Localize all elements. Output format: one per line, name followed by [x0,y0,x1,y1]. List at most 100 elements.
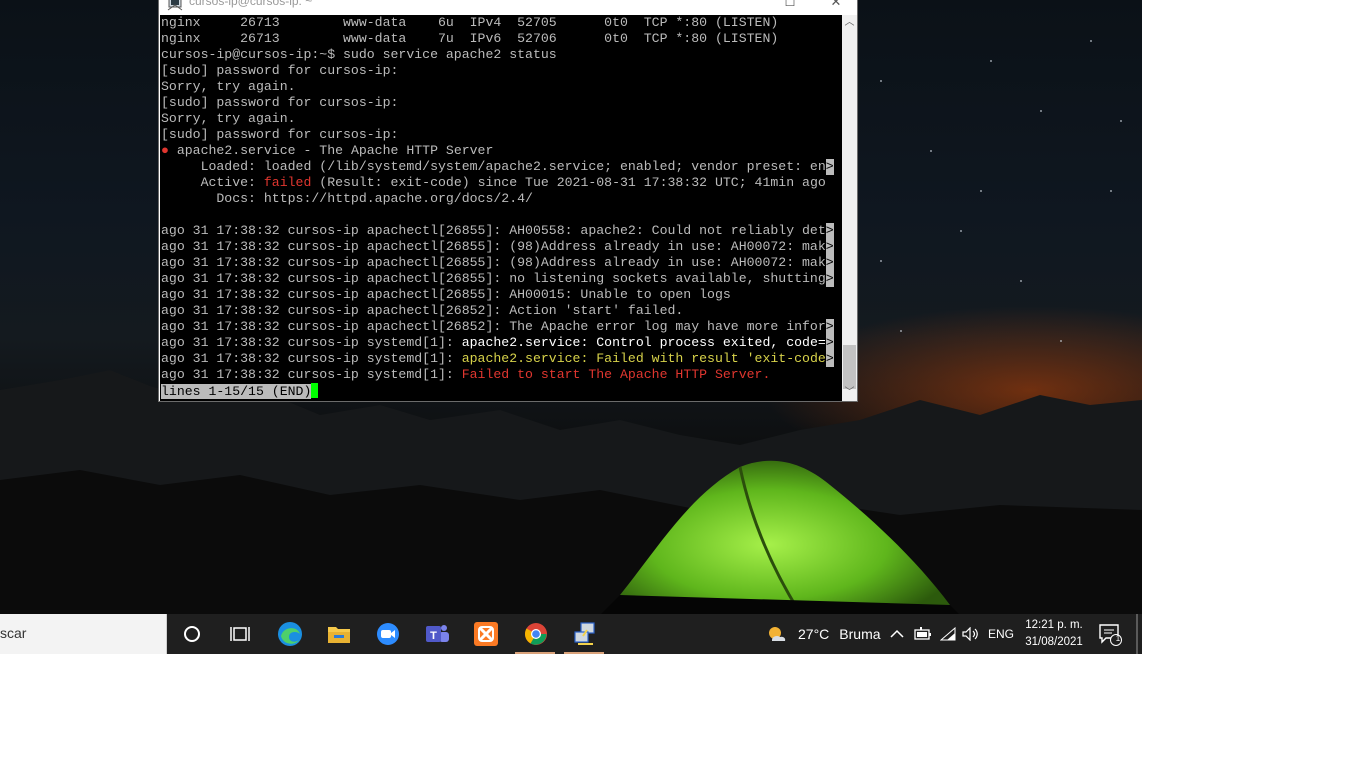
terminal-line: [sudo] password for cursos-ip: [160,127,842,143]
wallpaper-tent [601,460,959,614]
svg-text:T: T [430,630,437,642]
battery-icon [914,627,931,640]
terminal-text: [sudo] password for cursos-ip: [161,63,399,78]
zoom-button[interactable] [365,614,411,654]
battery-button[interactable] [914,614,932,654]
terminal-text: ago 31 17:38:32 cursos-ip apachectl[2685… [161,303,684,318]
terminal-cursor [311,383,319,398]
taskbar-search-input[interactable]: scar [0,614,167,654]
star [1110,190,1112,192]
notification-count: 1 [1115,634,1121,643]
terminal-line: Sorry, try again. [160,79,842,95]
xampp-button[interactable] [463,614,509,654]
zoom-icon [377,623,399,645]
terminal-text: Docs: https://httpd.apache.org/docs/2.4/ [161,191,533,206]
terminal-line: nginx 26713 www-data 6u IPv4 52705 0t0 T… [160,15,842,31]
terminal-text: ago 31 17:38:32 cursos-ip systemd[1]: [161,367,462,382]
terminal-text: nginx 26713 www-data 6u IPv4 52705 0t0 T… [161,15,779,30]
putty-icon [574,622,595,645]
terminal-text: ago 31 17:38:32 cursos-ip systemd[1]: [161,351,462,366]
teams-button[interactable]: T [414,614,460,654]
star [880,260,882,262]
truncation-marker: > [825,239,834,255]
scrollbar-thumb[interactable] [843,345,856,389]
maximize-button[interactable]: ☐ [775,0,805,13]
terminal-line: ● apache2.service - The Apache HTTP Serv… [160,143,842,159]
putty-icon [167,0,183,11]
weather-widget[interactable]: 27°C Bruma [766,614,881,654]
terminal-text: ago 31 17:38:32 cursos-ip apachectl[2685… [161,239,826,254]
terminal-line: ago 31 17:38:32 cursos-ip apachectl[2685… [160,287,842,303]
terminal-text: ago 31 17:38:32 cursos-ip apachectl[2685… [161,223,826,238]
terminal-line: ago 31 17:38:32 cursos-ip systemd[1]: ap… [160,335,842,351]
terminal-line: nginx 26713 www-data 7u IPv6 52706 0t0 T… [160,31,842,47]
terminal-line: Active: failed (Result: exit-code) since… [160,175,842,191]
terminal-text: ● [161,143,169,158]
clock-date: 31/08/2021 [1025,636,1083,648]
putty-taskbar-button[interactable] [562,614,608,654]
language-indicator[interactable]: ENG [988,614,1014,654]
file-explorer-button[interactable] [316,614,362,654]
language-label: ENG [988,627,1015,641]
terminal-line: ago 31 17:38:32 cursos-ip apachectl[2685… [160,255,842,271]
chrome-button[interactable] [513,614,559,654]
terminal-text: Sorry, try again. [161,111,296,126]
terminal-output[interactable]: nginx 26713 www-data 6u IPv4 52705 0t0 T… [160,15,842,401]
teams-icon: T [426,625,449,642]
close-button[interactable]: ✕ [821,0,851,13]
terminal-window[interactable]: cursos-ip@cursos-ip: ~ ☐ ✕ nginx 26713 w… [158,0,858,402]
terminal-line: ago 31 17:38:32 cursos-ip apachectl[2685… [160,271,842,287]
terminal-line: [sudo] password for cursos-ip: [160,63,842,79]
chevron-up-icon [890,629,904,638]
star [1060,340,1062,342]
star [900,330,902,332]
terminal-line: Loaded: loaded (/lib/systemd/system/apac… [160,159,842,175]
speaker-icon [962,627,978,641]
star [1090,40,1092,42]
show-desktop-button[interactable] [1136,614,1138,654]
xampp-icon [474,622,498,646]
wifi-icon [940,627,956,641]
task-view-icon [230,627,250,641]
volume-button[interactable] [962,614,980,654]
window-titlebar[interactable]: cursos-ip@cursos-ip: ~ ☐ ✕ [159,0,857,15]
star [930,150,932,152]
terminal-line: Docs: https://httpd.apache.org/docs/2.4/ [160,191,842,207]
terminal-text: ago 31 17:38:32 cursos-ip apachectl[2685… [161,255,826,270]
clock-button[interactable]: 12:21 p. m. 31/08/2021 [1014,614,1094,654]
notification-center-button[interactable]: 1 [1098,614,1124,654]
weather-temperature: 27°C [798,626,830,642]
star [880,80,882,82]
show-hidden-icons-button[interactable] [890,614,904,654]
cortana-icon [184,626,200,642]
taskbar: scar T 27°C Bruma ENG 12:21 p. m. 31/08/… [0,614,1142,654]
task-view-button[interactable] [217,614,263,654]
star [990,60,992,62]
terminal-text: Loaded: loaded (/lib/systemd/system/apac… [161,159,826,174]
terminal-text: nginx 26713 www-data 7u IPv6 52706 0t0 T… [161,31,779,46]
terminal-text: Sorry, try again. [161,79,296,94]
truncation-marker: > [825,335,834,351]
vertical-scrollbar[interactable]: ︿ ﹀ [842,15,857,401]
terminal-line: cursos-ip@cursos-ip:~$ sudo service apac… [160,47,842,63]
maximize-icon: ☐ [784,0,796,9]
edge-button[interactable] [267,614,313,654]
clock-time: 12:21 p. m. [1025,619,1083,631]
terminal-text: failed [263,175,312,190]
terminal-line: [sudo] password for cursos-ip: [160,95,842,111]
truncation-marker: > [825,255,834,271]
weather-condition: Bruma [839,626,881,642]
terminal-text: [sudo] password for cursos-ip: [161,127,399,142]
scroll-up-icon[interactable]: ︿ [842,15,857,31]
terminal-line: ago 31 17:38:32 cursos-ip apachectl[2685… [160,303,842,319]
terminal-line: ago 31 17:38:32 cursos-ip systemd[1]: ap… [160,351,842,367]
chrome-icon [525,623,547,645]
edge-icon [278,622,302,646]
network-button[interactable] [940,614,956,654]
terminal-text: ago 31 17:38:32 cursos-ip systemd[1]: [161,335,462,350]
cortana-button[interactable] [169,614,215,654]
terminal-text: ago 31 17:38:32 cursos-ip apachectl[2685… [161,287,731,302]
terminal-text: [sudo] password for cursos-ip: [161,95,399,110]
weather-icon [769,627,786,641]
scroll-down-icon[interactable]: ﹀ [842,385,857,401]
